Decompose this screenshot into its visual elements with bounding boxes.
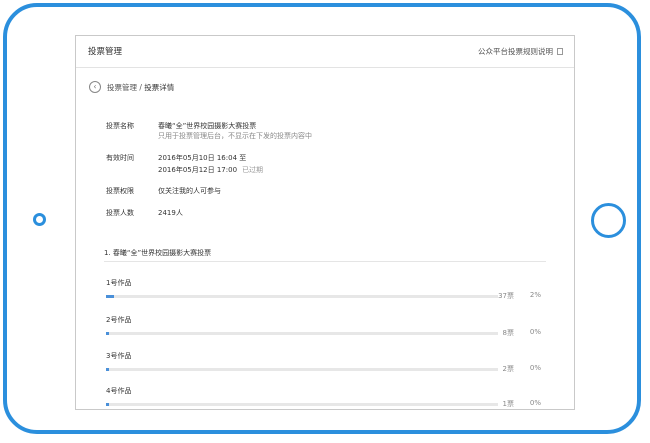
option-row: 1号作品 37票 2%: [106, 278, 544, 308]
option-row: 3号作品 2票 0%: [106, 351, 544, 381]
progress-fill: [106, 403, 110, 406]
option-row: 4号作品 1票 0%: [106, 386, 544, 409]
option-name: 1号作品: [106, 279, 132, 287]
back-arrow-icon[interactable]: ‹: [89, 81, 101, 93]
option-name: 4号作品: [106, 387, 132, 395]
count-value: 2419人: [158, 209, 183, 217]
time-end-line: 2016年05月12日 17:00 已过期: [158, 165, 263, 175]
progress-bar: [106, 332, 498, 335]
breadcrumb: ‹ 投票管理 / 投票详情: [89, 81, 174, 93]
document-icon: [557, 48, 563, 55]
camera-icon: [33, 213, 46, 226]
time-start: 2016年05月10日 16:04 至: [158, 154, 247, 162]
option-name: 3号作品: [106, 352, 132, 360]
option-name: 2号作品: [106, 316, 132, 324]
help-link[interactable]: 公众平台投票规则说明: [478, 46, 563, 57]
screen: 投票管理 公众平台投票规则说明 ‹ 投票管理 / 投票详情 投票名称 春曦“全”…: [75, 35, 575, 410]
progress-fill: [106, 295, 114, 298]
status-badge: 已过期: [242, 166, 264, 174]
name-note: 只用于投票管理后台，不显示在下发的投票内容中: [158, 132, 312, 140]
progress-bar: [106, 403, 498, 406]
count-label: 投票人数: [106, 209, 134, 217]
vote-count: 8票: [502, 329, 514, 337]
home-button[interactable]: [591, 203, 626, 238]
vote-percent: 0%: [529, 364, 541, 372]
progress-bar: [106, 295, 498, 298]
question-title: 1. 春曦“全”世界校园摄影大赛投票: [104, 249, 212, 257]
time-label: 有效时间: [106, 154, 134, 162]
progress-bar: [106, 368, 498, 371]
vote-count: 2票: [502, 365, 514, 373]
divider: [104, 261, 546, 262]
vote-count: 37票: [498, 292, 514, 300]
vote-count: 1票: [502, 400, 514, 408]
breadcrumb-separator: /: [137, 82, 145, 92]
vote-percent: 0%: [529, 328, 541, 336]
breadcrumb-parent[interactable]: 投票管理: [107, 82, 137, 93]
vote-percent: 2%: [529, 291, 541, 299]
permission-value: 仅关注我的人可参与: [158, 187, 221, 195]
help-link-label: 公众平台投票规则说明: [478, 47, 553, 56]
permission-label: 投票权限: [106, 187, 134, 195]
vote-percent: 0%: [529, 399, 541, 407]
breadcrumb-current: 投票详情: [144, 82, 175, 92]
option-row: 2号作品 8票 0%: [106, 315, 544, 345]
time-end: 2016年05月12日 17:00: [158, 166, 238, 174]
progress-fill: [106, 332, 110, 335]
page-title: 投票管理: [88, 47, 123, 57]
top-bar: 投票管理 公众平台投票规则说明: [76, 36, 574, 68]
name-label: 投票名称: [106, 122, 134, 130]
name-value: 春曦“全”世界校园摄影大赛投票: [158, 122, 257, 130]
progress-fill: [106, 368, 110, 371]
